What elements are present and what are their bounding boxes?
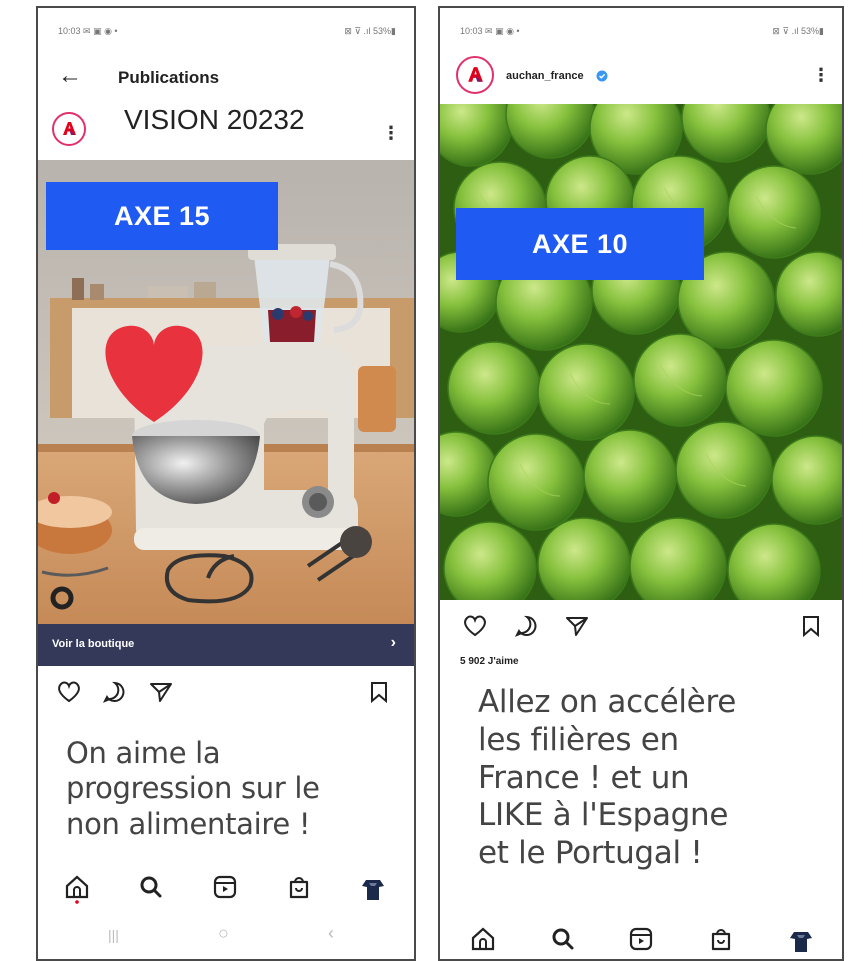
share-icon[interactable]: [564, 614, 590, 638]
post-caption: On aime la progression sur le non alimen…: [66, 736, 320, 842]
bottom-nav: [440, 926, 842, 959]
shop-bar-label: Voir la boutique: [52, 638, 135, 650]
back-arrow-icon[interactable]: ←: [58, 64, 82, 88]
caption-line: les filières en: [478, 721, 679, 758]
auchan-logo-icon: [57, 117, 81, 141]
auchan-logo-icon: [461, 61, 489, 89]
shop-bar[interactable]: Voir la boutique ›: [38, 624, 414, 666]
status-time: 10:03 ✉ ▣ ◉ •: [58, 26, 118, 36]
caption-line: LIKE à l'Espagne: [478, 797, 729, 834]
verified-badge-icon: [596, 70, 608, 82]
phone-screen-left: 10:03 ✉ ▣ ◉ • ⊠ ⊽ .ıl 53%▮ ← Publication…: [36, 6, 416, 961]
axe-badge: AXE 15: [46, 182, 278, 250]
home-circle-icon[interactable]: ○: [218, 923, 229, 944]
search-icon[interactable]: [550, 926, 576, 954]
reels-icon[interactable]: [628, 926, 654, 954]
comment-icon[interactable]: [102, 680, 128, 704]
status-bar: 10:03 ✉ ▣ ◉ • ⊠ ⊽ .ıl 53%▮: [38, 8, 414, 50]
post-actions: [38, 680, 414, 710]
bottom-nav: [38, 874, 414, 914]
chevron-right-icon: ›: [390, 634, 396, 651]
status-time: 10:03 ✉ ▣ ◉ •: [460, 26, 520, 36]
header-title: Publications: [118, 68, 220, 87]
status-indicators: ⊠ ⊽ .ıl 53%▮: [344, 26, 396, 36]
caption-line: non alimentaire !: [66, 806, 311, 841]
phone-screen-right: 10:03 ✉ ▣ ◉ • ⊠ ⊽ .ıl 53%▮ auchan_france…: [438, 6, 844, 961]
search-icon[interactable]: [138, 874, 164, 902]
heart-icon[interactable]: [56, 680, 82, 704]
recent-apps-icon[interactable]: |||: [108, 927, 119, 943]
auchan-avatar[interactable]: [456, 56, 494, 94]
account-name[interactable]: auchan_france: [506, 70, 584, 82]
status-indicators: ⊠ ⊽ .ıl 53%▮: [772, 26, 824, 36]
back-icon[interactable]: ‹: [328, 923, 334, 944]
post-image-sprouts[interactable]: AXE 10: [440, 104, 842, 600]
caption-line: France ! et un: [478, 759, 690, 796]
post-caption: Allez on accélère les filières en France…: [478, 684, 736, 873]
profile-avatar[interactable]: [358, 874, 388, 904]
reels-icon[interactable]: [212, 874, 238, 902]
caption-line: progression sur le: [66, 771, 320, 806]
system-nav-bar: ||| ○ ‹: [38, 911, 414, 959]
caption-line: On aime la: [66, 736, 221, 770]
home-icon[interactable]: [470, 926, 496, 956]
caption-line: et le Portugal !: [478, 835, 703, 872]
post-title: VISION 20232: [124, 104, 305, 135]
home-icon[interactable]: [64, 874, 90, 904]
shop-icon[interactable]: [286, 874, 312, 902]
brussels-sprouts-image: [440, 104, 842, 600]
post-image-kitchen[interactable]: AXE 15: [38, 160, 414, 624]
axe-badge: AXE 10: [456, 208, 704, 280]
profile-avatar[interactable]: [786, 926, 816, 956]
likes-count[interactable]: 5 902 J'aime: [460, 656, 519, 667]
shop-icon[interactable]: [708, 926, 734, 954]
comment-icon[interactable]: [514, 614, 540, 638]
share-icon[interactable]: [148, 680, 174, 704]
post-actions: [440, 614, 842, 644]
heart-icon[interactable]: [462, 614, 488, 638]
caption-line: Allez on accélère: [478, 684, 736, 720]
auchan-avatar[interactable]: [52, 112, 86, 146]
bookmark-icon[interactable]: [368, 680, 390, 704]
bookmark-icon[interactable]: [800, 614, 822, 638]
status-bar: 10:03 ✉ ▣ ◉ • ⊠ ⊽ .ıl 53%▮: [440, 8, 842, 50]
more-options-icon[interactable]: ⋮: [812, 66, 830, 84]
more-options-icon[interactable]: ⋮: [382, 124, 400, 142]
